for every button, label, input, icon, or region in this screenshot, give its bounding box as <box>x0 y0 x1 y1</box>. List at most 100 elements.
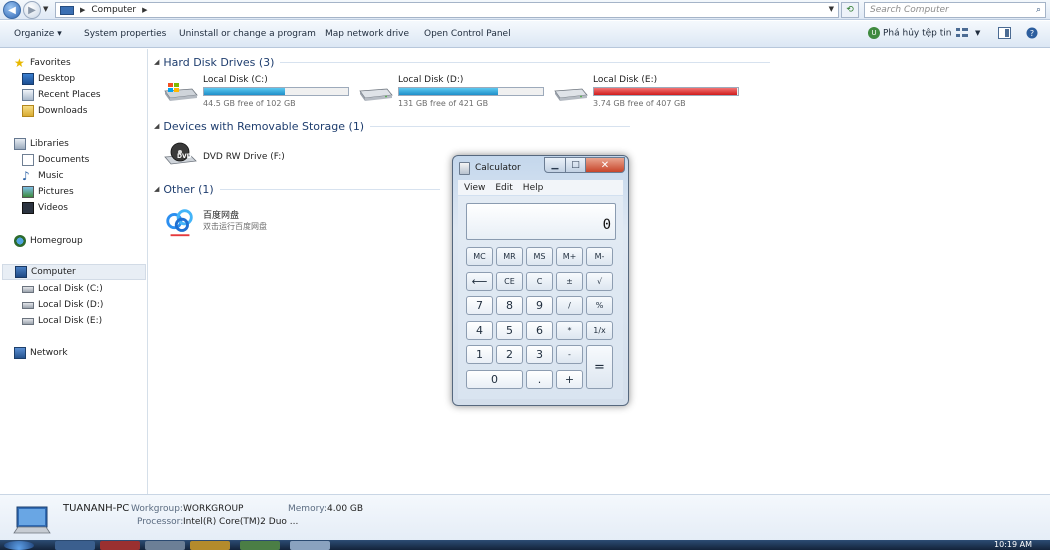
breadcrumb-computer[interactable]: Computer <box>91 5 136 15</box>
nav-documents-label: Documents <box>38 155 90 165</box>
calculator-window[interactable]: Calculator ▁ □ ✕ View Edit Help 0 MC MR … <box>452 155 629 406</box>
forward-button[interactable]: ▶ <box>23 1 41 19</box>
drive-usage-bar <box>593 87 739 96</box>
nav-local-disk-d-label: Local Disk (D:) <box>38 300 104 310</box>
nav-music[interactable]: ♪ Music <box>22 168 64 184</box>
clear-button[interactable]: C <box>526 272 553 291</box>
taskbar-item[interactable] <box>100 541 140 550</box>
reciprocal-button[interactable]: 1/x <box>586 321 613 340</box>
taskbar-item[interactable] <box>240 541 280 550</box>
mc-button[interactable]: MC <box>466 247 493 266</box>
calculator-app-icon[interactable] <box>459 162 470 175</box>
nav-homegroup[interactable]: Homegroup <box>14 233 83 249</box>
drive-name: Local Disk (C:) <box>203 75 268 85</box>
collapse-triangle-icon[interactable]: ◢ <box>154 58 159 66</box>
svg-text:?: ? <box>1030 29 1034 38</box>
digit-0-button[interactable]: 0 <box>466 370 523 389</box>
recent-pages-dropdown[interactable]: ▼ <box>43 5 48 13</box>
menu-edit[interactable]: Edit <box>495 183 512 193</box>
group-header-other[interactable]: ◢ Other (1) <box>154 182 440 196</box>
minimize-button[interactable]: ▁ <box>544 157 566 173</box>
digit-5-button[interactable]: 5 <box>496 321 523 340</box>
nav-network[interactable]: Network <box>14 345 68 361</box>
pictures-icon <box>22 186 34 198</box>
baidu-netdisk-icon <box>166 209 193 237</box>
percent-button[interactable]: % <box>586 296 613 315</box>
ms-button[interactable]: MS <box>526 247 553 266</box>
digit-4-button[interactable]: 4 <box>466 321 493 340</box>
digit-3-button[interactable]: 3 <box>526 345 553 364</box>
digit-2-button[interactable]: 2 <box>496 345 523 364</box>
pc-name: TUANANH-PC <box>63 503 130 514</box>
digit-6-button[interactable]: 6 <box>526 321 553 340</box>
processor-label: Processor: <box>137 517 184 527</box>
digit-1-button[interactable]: 1 <box>466 345 493 364</box>
chevron-right-icon[interactable]: ▶ <box>80 6 85 14</box>
system-properties-button[interactable]: System properties <box>84 29 166 39</box>
nav-videos[interactable]: Videos <box>22 200 68 216</box>
multiply-button[interactable]: * <box>556 321 583 340</box>
refresh-button[interactable]: ⟲ <box>841 2 859 18</box>
ce-button[interactable]: CE <box>496 272 523 291</box>
collapse-triangle-icon[interactable]: ◢ <box>154 185 159 193</box>
taskbar-item[interactable] <box>55 541 95 550</box>
arrow-right-icon: ▶ <box>28 4 36 16</box>
group-header-hard-disk-drives[interactable]: ◢ Hard Disk Drives (3) <box>154 55 771 69</box>
search-input[interactable]: Search Computer ⌕ <box>864 2 1046 18</box>
nav-libraries[interactable]: Libraries <box>14 136 69 152</box>
recent-places-icon <box>22 89 34 101</box>
address-dropdown-icon[interactable]: ▼ <box>829 5 834 13</box>
menu-view[interactable]: View <box>464 183 485 193</box>
nav-libraries-label: Libraries <box>30 139 69 149</box>
taskbar-item[interactable] <box>190 541 230 550</box>
add-button[interactable]: + <box>556 370 583 389</box>
nav-favorites[interactable]: ★ Favorites <box>14 55 71 71</box>
view-options-dropdown-icon[interactable]: ▼ <box>975 29 980 37</box>
nav-favorites-label: Favorites <box>30 58 71 68</box>
help-button[interactable]: ? <box>1026 27 1038 42</box>
taskbar-item[interactable] <box>290 541 330 550</box>
organize-button[interactable]: Organize ▾ <box>14 29 62 39</box>
digit-9-button[interactable]: 9 <box>526 296 553 315</box>
taskbar-clock[interactable]: 10:19 AM <box>994 540 1032 549</box>
nav-downloads[interactable]: Downloads <box>22 103 87 119</box>
start-button[interactable] <box>4 541 34 550</box>
divide-button[interactable]: / <box>556 296 583 315</box>
nav-documents[interactable]: Documents <box>22 152 89 168</box>
change-view-button[interactable] <box>956 27 968 42</box>
maximize-button[interactable]: □ <box>565 157 586 173</box>
preview-pane-button[interactable] <box>998 27 1011 42</box>
shred-files-button[interactable]: U Phá hủy tệp tin <box>868 27 951 39</box>
mr-button[interactable]: MR <box>496 247 523 266</box>
collapse-triangle-icon[interactable]: ◢ <box>154 122 159 130</box>
close-button[interactable]: ✕ <box>585 157 625 173</box>
plus-minus-button[interactable]: ± <box>556 272 583 291</box>
nav-local-disk-e[interactable]: Local Disk (E:) <box>22 313 102 329</box>
square-root-button[interactable]: √ <box>586 272 613 291</box>
digit-8-button[interactable]: 8 <box>496 296 523 315</box>
m-minus-button[interactable]: M- <box>586 247 613 266</box>
menu-help[interactable]: Help <box>523 183 544 193</box>
subtract-button[interactable]: - <box>556 345 583 364</box>
group-header-removable-storage[interactable]: ◢ Devices with Removable Storage (1) <box>154 119 631 133</box>
address-field[interactable]: ▶ Computer ▶ ▼ <box>55 2 839 18</box>
chevron-right-icon[interactable]: ▶ <box>142 6 147 14</box>
equals-button[interactable]: = <box>586 345 613 389</box>
digit-7-button[interactable]: 7 <box>466 296 493 315</box>
taskbar-item[interactable] <box>145 541 185 550</box>
back-button[interactable]: ◀ <box>3 1 21 19</box>
decimal-point-button[interactable]: . <box>526 370 553 389</box>
open-control-panel-button[interactable]: Open Control Panel <box>424 29 511 39</box>
backspace-button[interactable]: ⟵ <box>466 272 493 291</box>
map-network-drive-button[interactable]: Map network drive <box>325 29 409 39</box>
m-plus-button[interactable]: M+ <box>556 247 583 266</box>
nav-pictures[interactable]: Pictures <box>22 184 74 200</box>
nav-local-disk-c[interactable]: Local Disk (C:) <box>22 281 103 297</box>
uninstall-program-button[interactable]: Uninstall or change a program <box>179 29 316 39</box>
nav-recent-places[interactable]: Recent Places <box>22 87 101 103</box>
nav-local-disk-d[interactable]: Local Disk (D:) <box>22 297 103 313</box>
nav-computer[interactable]: Computer <box>2 264 146 280</box>
search-icon[interactable]: ⌕ <box>1036 3 1041 17</box>
nav-videos-label: Videos <box>38 203 68 213</box>
nav-desktop[interactable]: Desktop <box>22 71 75 87</box>
